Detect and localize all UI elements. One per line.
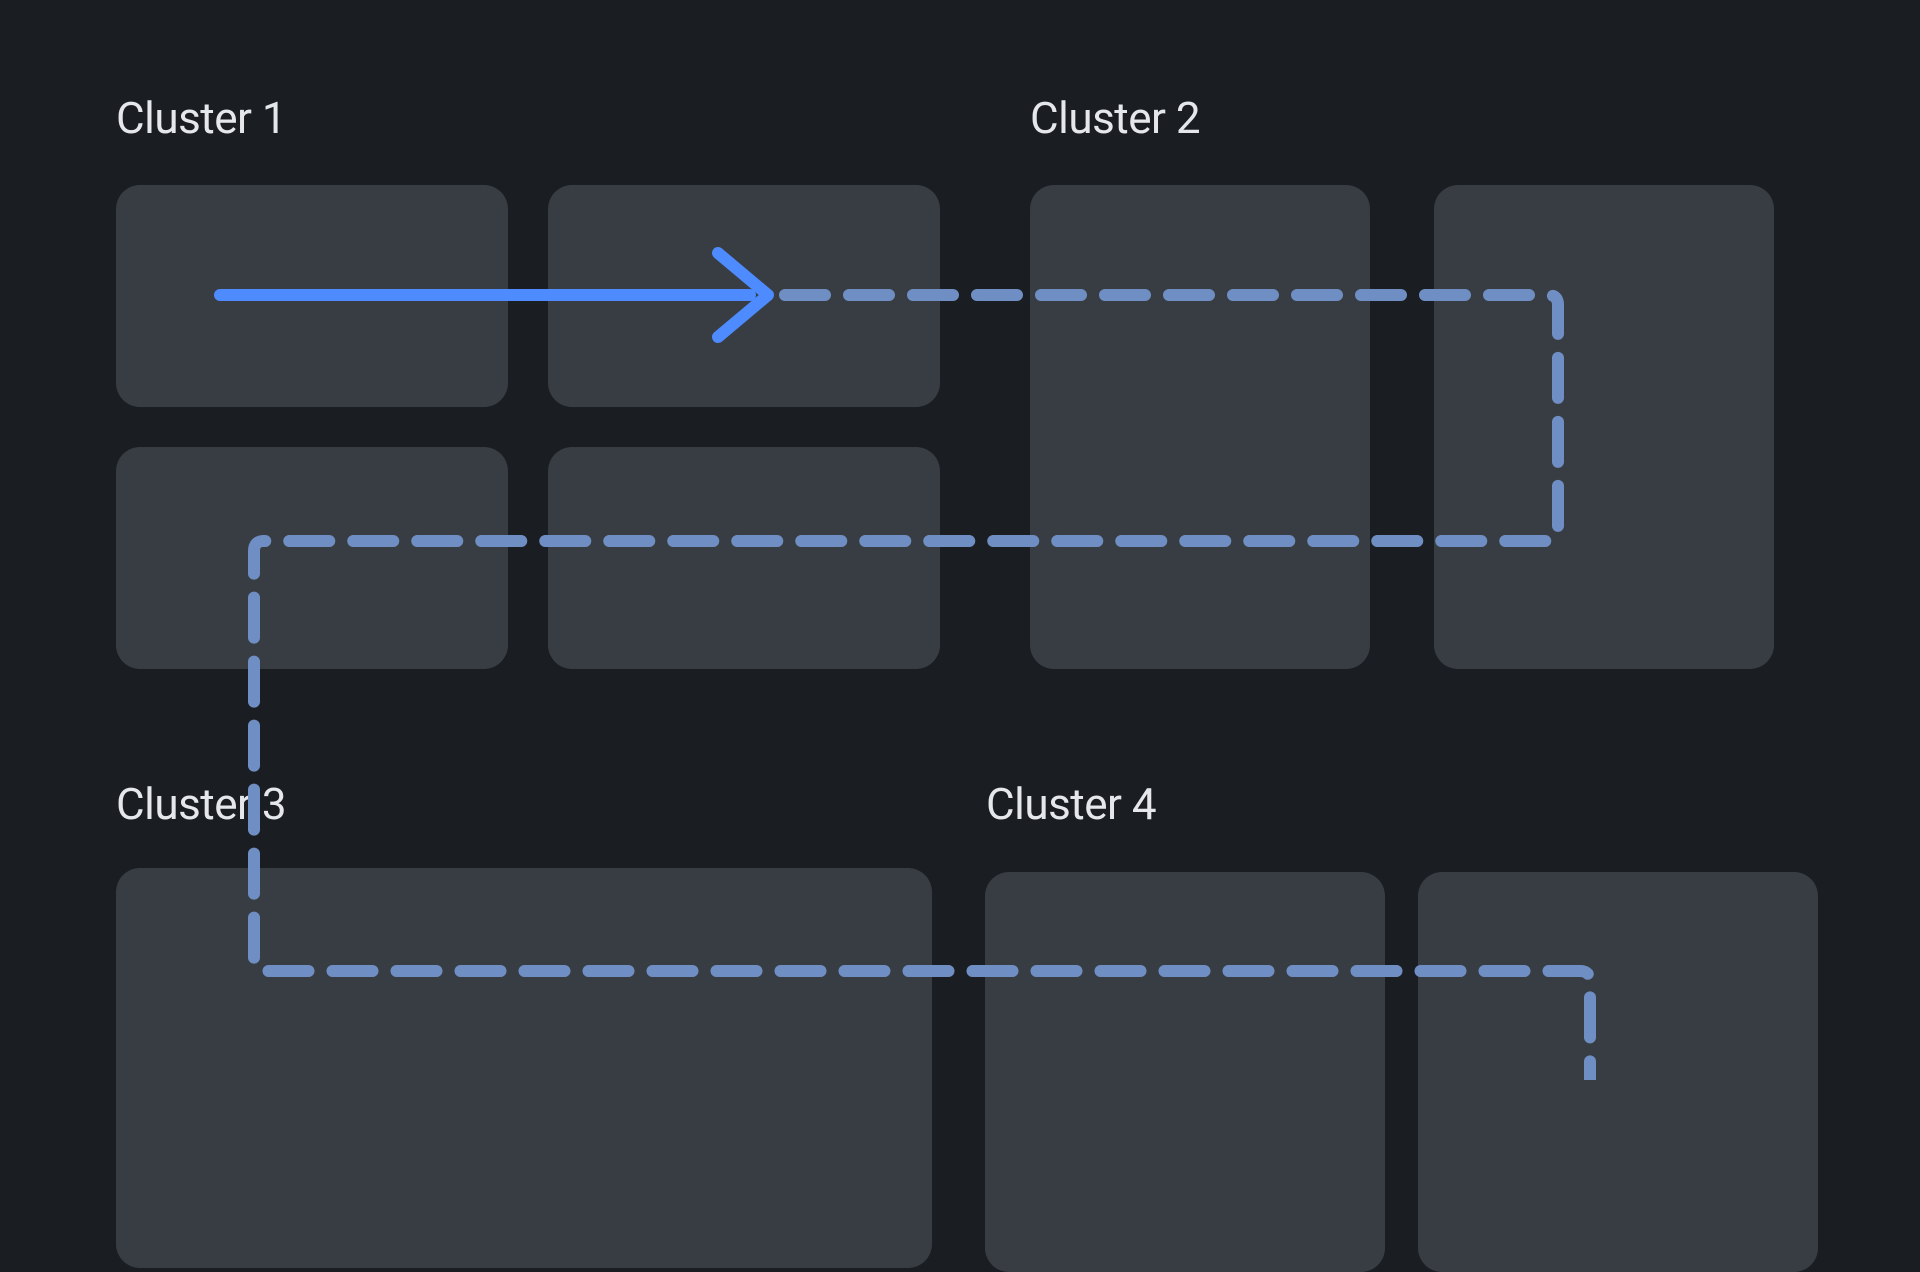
cluster-4-node-1 — [985, 872, 1385, 1272]
cluster-1-node-1 — [116, 185, 508, 407]
cluster-1-label: Cluster 1 — [116, 92, 286, 144]
cluster-1-node-3 — [116, 447, 508, 669]
cluster-1-node-2 — [548, 185, 940, 407]
cluster-1-node-4 — [548, 447, 940, 669]
cluster-2-node-2 — [1434, 185, 1774, 669]
cluster-2-label: Cluster 2 — [1030, 92, 1200, 144]
cluster-2-node-1 — [1030, 185, 1370, 669]
cluster-3-node-1 — [116, 868, 932, 1268]
cluster-4-node-2 — [1418, 872, 1818, 1272]
cluster-3-label: Cluster 3 — [116, 778, 286, 830]
cluster-4-label: Cluster 4 — [986, 778, 1156, 830]
